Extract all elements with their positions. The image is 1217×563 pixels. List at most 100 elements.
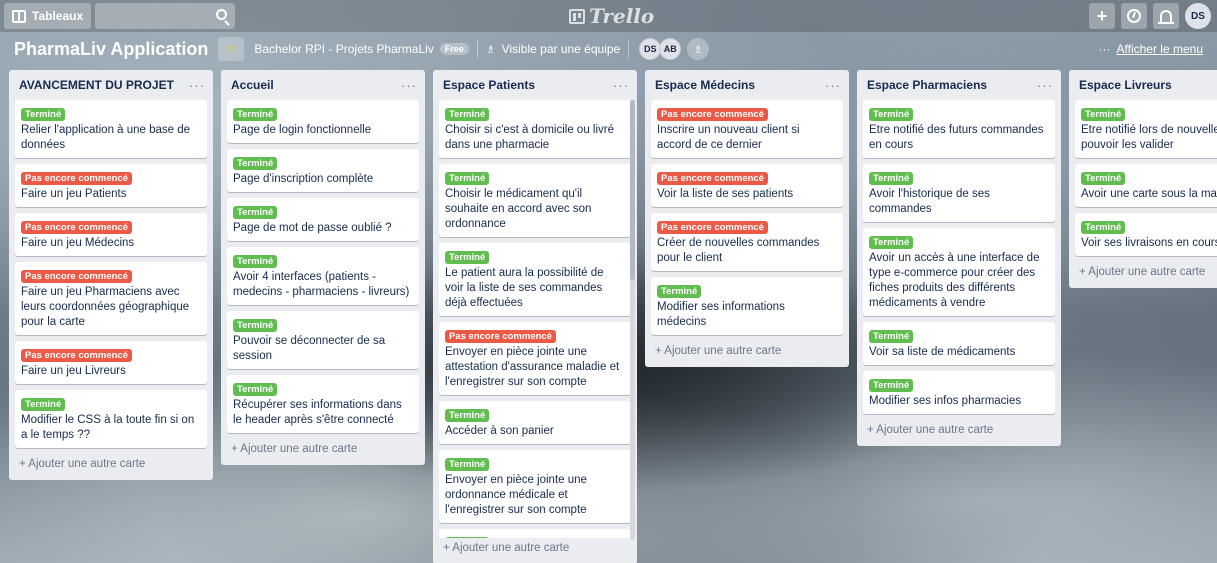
star-button[interactable]: ☆ [218, 37, 245, 61]
card[interactable]: Terminé Modifier le CSS à la toute fin si… [15, 390, 207, 448]
card[interactable]: Terminé Avoir un accès à une interface de… [863, 228, 1055, 316]
card[interactable]: Terminé Avoir une carte sous la main [1075, 164, 1217, 207]
status-label: Terminé [233, 319, 278, 332]
card-title: Pouvoir se déconnecter de sa session [233, 335, 386, 362]
card[interactable]: Pas encore commencé Faire un jeu Médecins [15, 213, 207, 256]
member-avatar[interactable]: DS [639, 38, 662, 60]
status-label: Pas encore commencé [21, 172, 132, 185]
card-title: Page de mot de passe oublié ? [233, 222, 392, 234]
boards-button[interactable]: Tableaux [4, 3, 92, 29]
trello-logo[interactable]: Trello [569, 4, 654, 28]
list-menu-icon[interactable]: ··· [401, 78, 417, 93]
list-title[interactable]: Accueil [231, 78, 274, 92]
info-button[interactable] [1121, 3, 1147, 29]
add-card-button[interactable]: + Ajouter une autre carte [651, 341, 843, 363]
list-header: AVANCEMENT DU PROJET ··· [15, 70, 207, 100]
board-header: PharmaLiv Application ☆ Bachelor RPI - P… [0, 32, 1217, 66]
list[interactable]: Espace Patients ··· Terminé Choisir si c'es… [433, 70, 637, 563]
card[interactable]: Terminé Envoyer en pièce jointe une ordon… [439, 450, 631, 523]
list[interactable]: Espace Pharmaciens ··· Terminé Etre notifié… [857, 70, 1061, 446]
add-card-button[interactable]: + Ajouter une autre carte [1075, 262, 1217, 284]
card[interactable]: Terminé Relier l'application à une base d… [15, 100, 207, 158]
notifications-button[interactable] [1153, 3, 1179, 29]
card[interactable]: Terminé Modifier ses infos pharmacies [863, 371, 1055, 414]
list-title[interactable]: Espace Livreurs [1079, 78, 1172, 92]
card[interactable]: Pas encore commencé Faire un jeu Livreurs [15, 341, 207, 384]
list-title[interactable]: Espace Médecins [655, 78, 755, 92]
card[interactable]: Terminé Etre notifié lors de nouvelles et… [1075, 100, 1217, 158]
member-avatar[interactable]: AB [659, 38, 682, 60]
card[interactable]: Terminé Avoir 4 interfaces (patients - me… [227, 247, 419, 305]
status-label: Terminé [445, 458, 490, 471]
card[interactable]: Terminé Avoir l'historique de ses command… [863, 164, 1055, 222]
more-icon: ··· [1098, 42, 1111, 56]
status-label: Terminé [1081, 221, 1126, 234]
user-avatar[interactable]: DS [1185, 3, 1211, 29]
card[interactable]: Terminé Récupérer ses informations dans l… [227, 375, 419, 433]
add-card-button[interactable]: + Ajouter une autre carte [863, 420, 1055, 442]
create-button[interactable]: + [1089, 3, 1115, 29]
visibility-button[interactable]: ♗ Visible par une équipe [486, 42, 620, 56]
info-icon [1127, 9, 1141, 23]
status-label: Pas encore commencé [445, 330, 556, 343]
add-card-button[interactable]: + Ajouter une autre carte [15, 454, 207, 476]
card-title: Inscrire un nouveau client si accord de … [657, 124, 800, 151]
card[interactable]: Terminé Etre notifié des futurs commandes… [863, 100, 1055, 158]
card[interactable]: Terminé Choisir le médicament qu'il souha… [439, 164, 631, 237]
card[interactable]: Terminé Voir ses livraisons en cours [1075, 213, 1217, 256]
card[interactable]: Pas encore commencé Faire un jeu Patients [15, 164, 207, 207]
board-title[interactable]: PharmaLiv Application [8, 39, 214, 60]
list-header: Espace Livreurs··· [1075, 70, 1217, 100]
plus-icon: + [1096, 5, 1108, 26]
card[interactable]: Pas encore commencé Voir la liste de ses … [651, 164, 843, 207]
card[interactable]: Terminé Modifier ses informations médecin… [651, 277, 843, 335]
status-label: Terminé [657, 285, 702, 298]
card-title: Avoir 4 interfaces (patients - medecins … [233, 271, 410, 298]
list-menu-icon[interactable]: ··· [825, 78, 841, 93]
card-title: Modifier ses infos pharmacies [869, 395, 1022, 407]
team-button[interactable]: Bachelor RPI - Projets PharmaLiv Free [254, 42, 469, 56]
bell-icon [1158, 10, 1174, 24]
list-title[interactable]: AVANCEMENT DU PROJET [19, 78, 174, 92]
card[interactable]: Terminé Choisir si c'est à domicile ou li… [439, 100, 631, 158]
list[interactable]: AVANCEMENT DU PROJET ··· Terminé Relier l'a… [9, 70, 213, 480]
card[interactable]: TerminéDéclarer avoir lu la notice d'un [439, 529, 631, 538]
list-menu-icon[interactable]: ··· [613, 78, 629, 93]
card[interactable]: Pas encore commencé Créer de nouvelles co… [651, 213, 843, 271]
list-title[interactable]: Espace Patients [443, 78, 535, 92]
invite-button[interactable]: ♗ [687, 38, 710, 60]
list[interactable]: Accueil ··· Terminé Page de login fonctionn… [221, 70, 425, 465]
list[interactable]: Espace Livreurs··· Terminé Etre notifié lo… [1069, 70, 1217, 288]
card[interactable]: Terminé Voir sa liste de médicaments [863, 322, 1055, 365]
status-label: Terminé [445, 108, 490, 121]
card[interactable]: Terminé Page de mot de passe oublié ? [227, 198, 419, 241]
list[interactable]: Espace Médecins ··· Pas encore commencé Ins… [645, 70, 849, 367]
list-menu-icon[interactable]: ··· [189, 78, 205, 93]
card[interactable]: Terminé Le patient aura la possibilité de… [439, 243, 631, 316]
card[interactable]: Terminé Page d'inscription complète [227, 149, 419, 192]
star-icon: ☆ [225, 41, 238, 56]
trello-icon [569, 8, 585, 24]
list-scrollbar[interactable] [630, 100, 635, 540]
status-label: Pas encore commencé [21, 349, 132, 362]
boards-label: Tableaux [32, 9, 84, 23]
add-member-icon: ♗ [693, 43, 704, 56]
card-list: Terminé Choisir si c'est à domicile ou li… [439, 100, 631, 538]
show-menu-button[interactable]: ··· Afficher le menu [1099, 42, 1204, 56]
card[interactable]: Pas encore commencé Inscrire un nouveau c… [651, 100, 843, 158]
card[interactable]: Terminé Accéder à son panier [439, 401, 631, 444]
card[interactable]: Terminé Pouvoir se déconnecter de sa sess… [227, 311, 419, 369]
card[interactable]: Terminé Page de login fonctionnelle [227, 100, 419, 143]
add-card-button[interactable]: + Ajouter une autre carte [227, 439, 419, 461]
status-label: Terminé [869, 108, 914, 121]
card-title: Faire un jeu Médecins [21, 237, 135, 249]
boards-icon [12, 9, 26, 23]
card[interactable]: Pas encore commencé Faire un jeu Pharmaci… [15, 262, 207, 335]
search-input[interactable] [95, 3, 236, 29]
list-title[interactable]: Espace Pharmaciens [867, 78, 987, 92]
add-card-button[interactable]: + Ajouter une autre carte [439, 538, 631, 560]
card-title: Faire un jeu Patients [21, 188, 127, 200]
list-header: Espace Patients ··· [439, 70, 631, 100]
list-menu-icon[interactable]: ··· [1037, 78, 1053, 93]
card[interactable]: Pas encore commencé Envoyer en pièce join… [439, 322, 631, 395]
